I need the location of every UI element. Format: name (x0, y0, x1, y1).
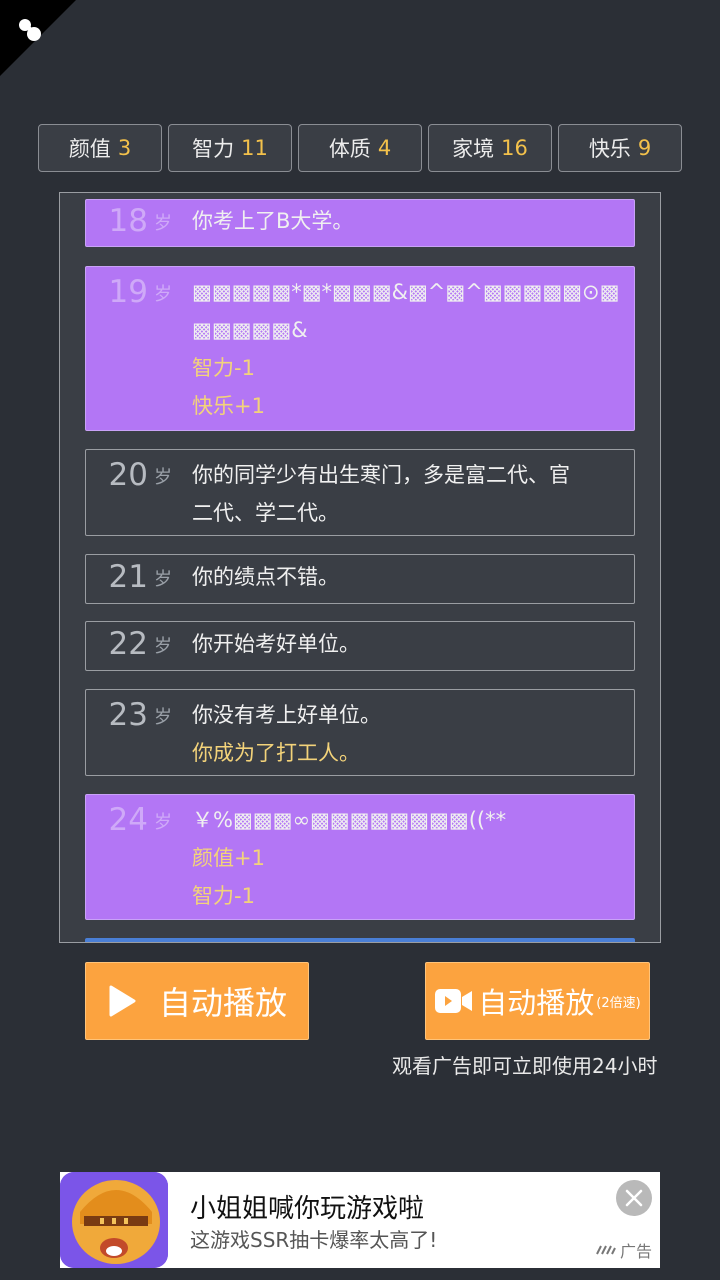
knight-icon (60, 1172, 168, 1268)
age-label: 20 岁 (86, 450, 192, 535)
age-unit: 岁 (154, 636, 172, 657)
age-number: 18 (108, 203, 148, 239)
stat-value: 9 (637, 136, 652, 160)
close-icon[interactable] (616, 1180, 652, 1216)
entry-line: 你的同学少有出生寒门，多是富二代、官 (192, 463, 570, 487)
ad-reward-note: 观看广告即可立即使用24小时 (392, 1054, 658, 1078)
stat-label: 智力 (192, 137, 235, 161)
age-unit: 岁 (154, 467, 172, 488)
age-number: 20 (108, 457, 148, 493)
entry-text: 你的同学少有出生寒门，多是富二代、官 二代、学二代。 (192, 450, 634, 535)
entry-effect: 智力-1 (192, 884, 255, 908)
entry-line: 你考上了B大学。 (192, 209, 354, 233)
entry-text: 你开始考好单位。 (192, 622, 634, 670)
video-camera-icon (435, 989, 473, 1013)
age-label: 22 岁 (86, 622, 192, 670)
log-entry: 23 岁 你没有考上好单位。 你成为了打工人。 (85, 689, 635, 776)
entry-line: 你的绩点不错。 (192, 565, 339, 589)
entry-effect: 你成为了打工人。 (192, 741, 360, 765)
entry-text: 你的绩点不错。 (192, 555, 634, 603)
log-entry: 18 岁 你考上了B大学。 (85, 199, 635, 247)
age-number: 23 (108, 697, 148, 733)
stat-appearance: 颜值 3 (38, 124, 162, 172)
stat-value: 4 (377, 136, 392, 160)
log-entry: 19 岁 ▩▩▩▩▩*▩*▩▩▩&▩^▩^▩▩▩▩▩⊙▩ ▩▩▩▩▩& 智力-1 … (85, 266, 635, 431)
speed-label: (2倍速) (596, 995, 641, 1011)
age-unit: 岁 (154, 812, 172, 833)
age-unit: 岁 (154, 213, 172, 234)
entry-text: 你考上了B大学。 (192, 200, 634, 246)
stat-value: 3 (117, 136, 132, 160)
pawn-icon[interactable] (14, 14, 48, 48)
log-entry: 22 岁 你开始考好单位。 (85, 621, 635, 671)
entry-line: ▩▩▩▩▩& (192, 318, 308, 342)
age-unit: 岁 (154, 569, 172, 590)
stat-label: 颜值 (68, 137, 111, 161)
entry-line: 二代、学二代。 (192, 501, 339, 525)
age-number: 24 (108, 802, 148, 838)
entry-line: ▩▩▩▩▩*▩*▩▩▩&▩^▩^▩▩▩▩▩⊙▩ (192, 280, 620, 304)
stat-intelligence: 智力 11 (168, 124, 292, 172)
play-icon (109, 985, 136, 1017)
log-entry: 21 岁 你的绩点不错。 (85, 554, 635, 604)
age-unit: 岁 (154, 707, 172, 728)
ad-description[interactable]: 这游戏SSR抽卡爆率太高了! (190, 1224, 437, 1253)
stat-label: 家境 (452, 137, 495, 161)
log-entry-partial (85, 938, 635, 942)
stat-label: 体质 (328, 137, 371, 161)
age-number: 19 (108, 274, 148, 310)
age-label: 21 岁 (86, 555, 192, 603)
stat-happiness: 快乐 9 (558, 124, 682, 172)
ad-source-icon (596, 1245, 616, 1255)
game-logo[interactable] (60, 1172, 168, 1268)
log-entry: 24 岁 ￥%▩▩▩∞▩▩▩▩▩▩▩▩((** 颜值+1 智力-1 (85, 794, 635, 920)
autoplay-fast-button[interactable]: 自动播放 (2倍速) (425, 962, 650, 1040)
autoplay-label: 自动播放 (158, 984, 287, 1022)
entry-text: ▩▩▩▩▩*▩*▩▩▩&▩^▩^▩▩▩▩▩⊙▩ ▩▩▩▩▩& 智力-1 快乐+1 (192, 267, 637, 430)
age-label: 23 岁 (86, 690, 192, 775)
stat-family: 家境 16 (428, 124, 552, 172)
age-label: 18 岁 (86, 200, 192, 246)
entry-effect: 智力-1 (192, 356, 255, 380)
autoplay-button[interactable]: 自动播放 (85, 962, 309, 1040)
stat-value: 16 (501, 136, 528, 160)
age-number: 22 (108, 626, 148, 662)
entry-effect: 快乐+1 (192, 394, 265, 418)
stat-value: 11 (241, 136, 268, 160)
autoplay-fast-label: 自动播放 (478, 986, 595, 1020)
age-label: 19 岁 (86, 267, 192, 430)
entry-line: ￥%▩▩▩∞▩▩▩▩▩▩▩▩((** (192, 808, 507, 832)
stats-bar: 颜值 3 智力 11 体质 4 家境 16 快乐 9 (38, 124, 682, 174)
log-entry: 20 岁 你的同学少有出生寒门，多是富二代、官 二代、学二代。 (85, 449, 635, 536)
age-label: 24 岁 (86, 795, 192, 919)
entry-text: ￥%▩▩▩∞▩▩▩▩▩▩▩▩((** 颜值+1 智力-1 (192, 795, 634, 919)
ad-tag: 广告 (596, 1238, 652, 1262)
age-number: 21 (108, 559, 148, 595)
ad-tag-label: 广告 (619, 1242, 652, 1261)
entry-line: 你开始考好单位。 (192, 632, 360, 656)
age-unit: 岁 (154, 284, 172, 305)
life-log-panel[interactable]: 18 岁 你考上了B大学。 19 岁 ▩▩▩▩▩*▩*▩▩▩&▩^▩^▩▩▩▩▩⊙▩… (59, 192, 661, 943)
ad-title[interactable]: 小姐姐喊你玩游戏啦 (190, 1188, 424, 1225)
ad-banner[interactable]: 小姐姐喊你玩游戏啦 这游戏SSR抽卡爆率太高了! 广告 (60, 1172, 660, 1268)
entry-line: 你没有考上好单位。 (192, 703, 381, 727)
stat-physique: 体质 4 (298, 124, 422, 172)
entry-effect: 颜值+1 (192, 846, 265, 870)
entry-text: 你没有考上好单位。 你成为了打工人。 (192, 690, 634, 775)
stat-label: 快乐 (588, 137, 631, 161)
